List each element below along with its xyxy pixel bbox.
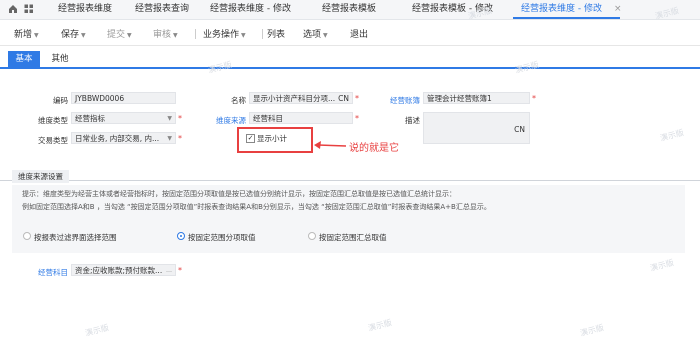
tab-dimension[interactable]: 经营报表维度 xyxy=(58,0,112,19)
required-mark: * xyxy=(355,94,359,103)
options-button[interactable]: 选项 ▼ xyxy=(303,27,328,40)
section-divider xyxy=(0,170,700,181)
new-label: 新增 xyxy=(14,30,33,40)
desc-label: 描述 xyxy=(405,116,420,125)
dim-type-label: 维度类型 xyxy=(38,116,68,125)
watermark: 演示版 xyxy=(579,323,605,338)
radio-filter-range-label[interactable]: 按报表过滤界面选择范围 xyxy=(34,232,117,243)
watermark: 演示版 xyxy=(367,318,393,333)
radio-fixed-itemized[interactable] xyxy=(177,232,185,240)
name-value: 显示小计资产科目分项... xyxy=(253,94,336,103)
required-mark: * xyxy=(355,114,359,123)
trade-type-value: 日常业务, 内部交易, 内... xyxy=(75,134,160,143)
save-button[interactable]: 保存 ▼ xyxy=(61,27,86,40)
audit-button[interactable]: 审核 ▼ xyxy=(153,27,178,40)
arrow-left-icon xyxy=(314,141,346,149)
show-subtotal-label: 显示小计 xyxy=(257,134,287,143)
lang-badge[interactable]: CN xyxy=(338,93,349,103)
list-button[interactable]: 列表 xyxy=(267,27,285,40)
options-label: 选项 xyxy=(303,30,322,40)
radio-fixed-summary-label[interactable]: 按固定范围汇总取值 xyxy=(319,232,387,243)
account-book-label[interactable]: 经营账簿 xyxy=(380,95,420,106)
radio-filter-range[interactable] xyxy=(23,232,31,240)
business-ops-button[interactable]: 业务操作 ▼ xyxy=(203,27,246,40)
subtab-bar xyxy=(0,47,700,69)
toolbar-divider xyxy=(262,29,263,39)
watermark: 演示版 xyxy=(84,323,110,338)
dim-source-field[interactable]: 经营科目 xyxy=(249,112,353,124)
submit-button[interactable]: 提交 ▼ xyxy=(107,27,132,40)
tab-dimension-edit-1[interactable]: 经营报表维度 - 修改 xyxy=(210,0,291,19)
subject-value: 资金;应收账款;预付账款... xyxy=(75,266,163,275)
tab-query[interactable]: 经营报表查询 xyxy=(135,0,189,19)
trade-type-label: 交易类型 xyxy=(38,136,68,145)
dim-type-value: 经营指标 xyxy=(75,114,105,123)
hint-line-2: 例如固定范围选择A和B ，当勾选 “按固定范围分项取值”时报表查询结果A和B分别… xyxy=(22,203,491,211)
code-label: 编码 xyxy=(53,96,68,105)
lang-badge[interactable]: CN xyxy=(514,124,525,136)
subject-label[interactable]: 经营科目 xyxy=(20,267,68,278)
required-mark: * xyxy=(178,266,182,275)
watermark: 演示版 xyxy=(659,128,685,143)
annotation-text: 说的就是它 xyxy=(349,143,399,154)
watermark: 演示版 xyxy=(649,258,675,273)
show-subtotal-checkbox[interactable]: ✓ xyxy=(246,134,255,143)
more-icon[interactable]: … xyxy=(166,265,172,275)
chevron-down-icon[interactable]: ▼ xyxy=(34,32,39,39)
required-mark: * xyxy=(178,114,182,123)
chevron-down-icon[interactable]: ▼ xyxy=(81,32,86,39)
account-book-field[interactable]: 管理会计经营账簿1 xyxy=(423,92,530,104)
subject-field[interactable]: 资金;应收账款;预付账款... … xyxy=(71,264,176,276)
audit-label: 审核 xyxy=(153,30,172,40)
grid-menu-icon[interactable] xyxy=(24,4,34,14)
dim-source-label[interactable]: 维度来源 xyxy=(200,115,246,126)
section-title: 维度来源设置 xyxy=(12,170,69,183)
tab-other[interactable]: 其他 xyxy=(44,51,76,68)
chevron-down-icon[interactable]: ▼ xyxy=(127,32,132,39)
new-button[interactable]: 新增 ▼ xyxy=(14,27,39,40)
name-label: 名称 xyxy=(231,96,246,105)
name-field[interactable]: 显示小计资产科目分项... CN xyxy=(249,92,353,104)
home-icon[interactable] xyxy=(8,4,18,14)
required-mark: * xyxy=(178,134,182,143)
tab-basic[interactable]: 基本 xyxy=(8,51,40,68)
exit-button[interactable]: 退出 xyxy=(350,27,368,40)
code-field[interactable]: JYBBWD0006 xyxy=(71,92,176,104)
hint-line-1: 提示：维度类型为经营主体或者经营指标时，按固定范围分项取值是按已选值分别统计显示… xyxy=(22,190,456,198)
dim-type-select[interactable]: 经营指标 ▼ xyxy=(71,112,176,124)
save-label: 保存 xyxy=(61,30,80,40)
required-mark: * xyxy=(532,94,536,103)
toolbar-divider xyxy=(195,29,196,39)
tab-template[interactable]: 经营报表模板 xyxy=(322,0,376,19)
chevron-down-icon[interactable]: ▼ xyxy=(241,32,246,39)
trade-type-select[interactable]: 日常业务, 内部交易, 内... ▼ xyxy=(71,132,176,144)
chevron-down-icon[interactable]: ▼ xyxy=(323,32,328,39)
desc-field[interactable]: CN xyxy=(423,112,530,144)
radio-fixed-summary[interactable] xyxy=(308,232,316,240)
chevron-down-icon[interactable]: ▼ xyxy=(167,133,172,143)
chevron-down-icon[interactable]: ▼ xyxy=(167,113,172,123)
active-tab-indicator xyxy=(513,17,620,19)
submit-label: 提交 xyxy=(107,30,126,40)
chevron-down-icon[interactable]: ▼ xyxy=(173,32,178,39)
business-ops-label: 业务操作 xyxy=(203,30,240,40)
radio-fixed-itemized-label[interactable]: 按固定范围分项取值 xyxy=(188,232,256,243)
